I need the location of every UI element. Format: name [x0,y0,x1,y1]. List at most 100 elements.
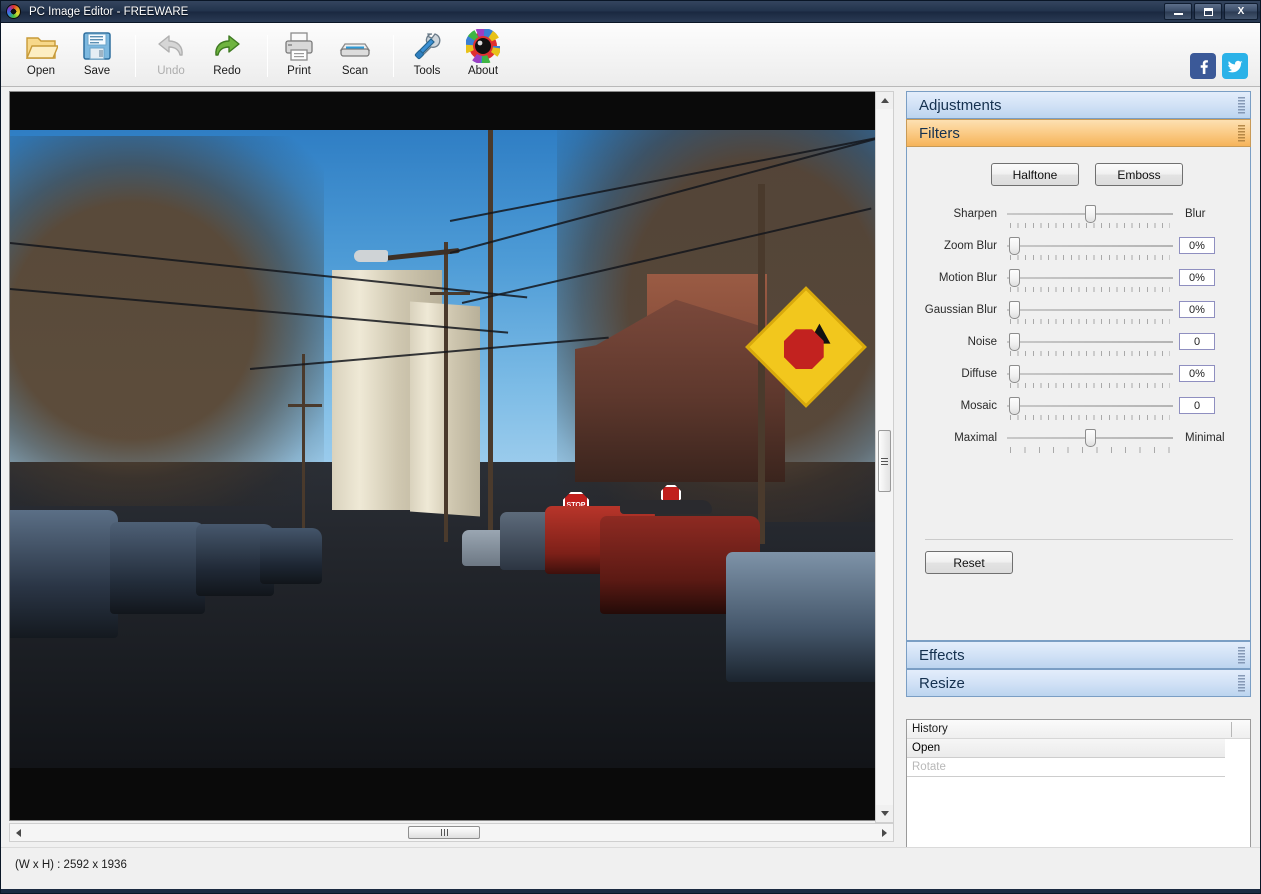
slider-thumb[interactable] [1009,365,1020,383]
slider-diffuse[interactable] [1007,365,1173,395]
image-canvas[interactable]: STOP [9,91,893,821]
scroll-left-button[interactable] [10,824,27,841]
about-button[interactable]: About [453,27,513,85]
history-header-divider [1231,722,1232,737]
window-controls: X [1164,3,1258,20]
photo-utility-pole-3 [302,354,305,544]
horizontal-scrollbar-thumb[interactable] [408,826,480,839]
slider-thumb[interactable] [1085,429,1096,447]
scroll-up-button[interactable] [876,92,893,109]
slider-value-mosaic[interactable]: 0 [1179,397,1215,414]
slider-maximal[interactable] [1007,429,1173,459]
slider-label-maximal: Maximal [954,432,997,444]
toolbar-separator [393,35,394,77]
slider-value-motion-blur[interactable]: 0% [1179,269,1215,286]
about-button-label: About [467,65,499,77]
photo-car-left-2 [110,522,205,614]
vertical-scrollbar[interactable] [875,91,894,823]
history-item-open[interactable]: Open [907,739,1225,758]
minimize-button[interactable] [1164,3,1192,20]
photo-letterbox-bottom [10,768,877,820]
panel-header-filters[interactable]: Filters [906,119,1251,147]
slider-noise[interactable] [1007,333,1173,363]
slider-thumb[interactable] [1009,301,1020,319]
maximize-button[interactable] [1194,3,1222,20]
photo-streetlamp-head [354,250,388,262]
street-photo: STOP [10,92,891,820]
slider-thumb[interactable] [1085,205,1096,223]
slider-label-noise: Noise [967,336,997,348]
photo-crossarm-1 [430,292,470,295]
facebook-icon[interactable] [1190,53,1216,79]
slider-value-zoom-blur[interactable]: 0% [1179,237,1215,254]
scroll-right-button[interactable] [876,824,893,841]
panel-header-adjustments[interactable]: Adjustments [906,91,1251,119]
photo-car-left-4 [260,528,322,584]
open-button[interactable]: Open [11,27,71,85]
scan-button[interactable]: Scan [325,27,385,85]
slider-label-gaussian-blur: Gaussian Blur [924,304,997,316]
slider-row-sharpen: Sharpen Blur [907,205,1250,237]
chevron-right-icon [882,828,887,837]
redo-button-label: Redo [213,65,241,77]
panel-header-resize[interactable]: Resize [906,669,1251,697]
slider-zoom-blur[interactable] [1007,237,1173,267]
slider-ticks [1010,447,1170,453]
redo-arrow-icon [215,35,240,56]
slider-ticks [1010,415,1170,420]
slider-right-label-minimal: Minimal [1185,432,1225,444]
slider-motion-blur[interactable] [1007,269,1173,299]
history-item-label: Rotate [912,761,946,773]
main-toolbar: Open Save Undo Redo Print Scan Tools Abo… [1,23,1260,87]
slider-ticks [1010,255,1170,260]
slider-sharpen[interactable] [1007,205,1173,235]
open-folder-icon [25,37,58,59]
panel-header-effects[interactable]: Effects [906,641,1251,669]
grip-dots-icon [1238,97,1245,115]
printer-icon [285,32,313,61]
slider-value-gaussian-blur[interactable]: 0% [1179,301,1215,318]
slider-track [1007,277,1173,279]
slider-label-motion-blur: Motion Blur [938,272,997,284]
chevron-up-icon [880,98,889,103]
close-button[interactable]: X [1224,3,1258,20]
slider-thumb[interactable] [1009,269,1020,287]
slider-row-noise: Noise 0 [907,333,1250,365]
slider-track [1007,373,1173,375]
undo-button[interactable]: Undo [141,27,201,85]
scanner-icon [339,43,371,57]
redo-button[interactable]: Redo [197,27,257,85]
slider-row-motion-blur: Motion Blur 0% [907,269,1250,301]
status-bar: (W x H) : 2592 x 1936 [1,847,1260,893]
save-button[interactable]: Save [67,27,127,85]
reset-button[interactable]: Reset [925,551,1013,574]
photo-car-blue-sedan [726,552,891,682]
vertical-scrollbar-thumb[interactable] [878,430,891,492]
slider-track [1007,245,1173,247]
slider-ticks [1010,287,1170,292]
slider-gaussian-blur[interactable] [1007,301,1173,331]
grip-icon [440,829,448,836]
panel-divider [925,539,1233,540]
slider-thumb[interactable] [1009,333,1020,351]
slider-mosaic[interactable] [1007,397,1173,427]
slider-thumb[interactable] [1009,237,1020,255]
emboss-button[interactable]: Emboss [1095,163,1183,186]
slider-value-noise[interactable]: 0 [1179,333,1215,350]
photo-tree-left [10,136,324,506]
slider-thumb[interactable] [1009,397,1020,415]
slider-value-diffuse[interactable]: 0% [1179,365,1215,382]
tools-button[interactable]: Tools [397,27,457,85]
scroll-down-button[interactable] [876,805,893,822]
undo-button-label: Undo [157,65,185,77]
panel-header-adjustments-label: Adjustments [919,96,1002,114]
grip-dots-icon [1238,647,1245,665]
print-button[interactable]: Print [269,27,329,85]
halftone-button[interactable]: Halftone [991,163,1079,186]
photo-roof-rack [620,500,712,514]
slider-track [1007,309,1173,311]
history-item-rotate[interactable]: Rotate [907,758,1225,777]
twitter-icon[interactable] [1222,53,1248,79]
horizontal-scrollbar[interactable] [9,823,894,842]
tools-button-label: Tools [413,65,441,77]
